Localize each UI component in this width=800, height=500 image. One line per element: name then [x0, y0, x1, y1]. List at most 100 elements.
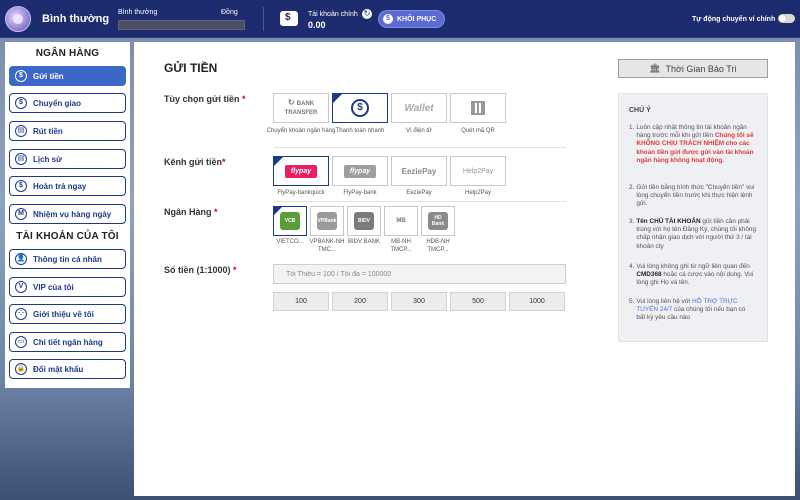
top-header: Bình thường Bình thường Đồng Tài khoản c…	[0, 0, 800, 38]
help2pay-logo-icon: Help2Pay	[462, 167, 494, 175]
channel-label-text: Kênh gửi tiền	[164, 157, 223, 167]
coin-icon: $	[383, 14, 393, 24]
sidebar-item-change-password[interactable]: 🔒 Đổi mật khẩu	[9, 359, 126, 379]
note-text: Gửi tiền bằng hình thức "Chuyển tiền" vu…	[636, 184, 755, 208]
bank-option-bidv[interactable]: BIDV	[347, 206, 381, 236]
header-divider	[263, 7, 264, 31]
note-text: Tên CHỦ TÀI KHOẢN gửi tiền cần phải trùn…	[636, 218, 756, 251]
sidebar-item-profile[interactable]: 👤 Thông tin cá nhân	[9, 249, 126, 269]
note-item: 1. Luôn cập nhật thông tin tài khoản ngâ…	[629, 124, 756, 165]
note-number: 4.	[629, 263, 635, 270]
bank-caption: VPBANK-NH TMC...	[309, 239, 345, 253]
deposit-option-qr[interactable]	[450, 93, 506, 123]
vpbank-logo-icon: VPBank	[317, 212, 337, 230]
channel-caption: Help2Pay	[464, 190, 491, 196]
user-icon: 👤	[15, 253, 27, 265]
section-divider	[274, 201, 566, 202]
sidebar-item-label: Gửi tiền	[33, 71, 64, 81]
deposit-option-bank-transfer[interactable]: ↻ BANK TRANSFER	[273, 93, 329, 123]
sidebar-item-bank-details[interactable]: ▭ Chi tiết ngân hàng	[9, 332, 126, 352]
quick-amount-button[interactable]: 300	[391, 292, 447, 311]
sidebar-item-withdraw[interactable]: ▤ Rút tiền	[9, 121, 126, 141]
hdbank-logo-icon: HD Bank	[428, 212, 448, 230]
bidv-logo-icon: BIDV	[354, 212, 374, 230]
channel-label: Kênh gửi tiền*	[164, 157, 226, 167]
flypay-logo-icon: flypay	[343, 164, 377, 178]
sidebar-item-deposit[interactable]: $ Gửi tiền	[9, 66, 126, 86]
channel-flypay-bankquick[interactable]: flypay	[273, 156, 329, 186]
sidebar-heading-account: TÀI KHOẢN CỦA TÔI	[16, 231, 119, 242]
section-divider	[274, 147, 566, 148]
maintenance-time-button[interactable]: 🏛 Thời Gian Bảo Trì	[618, 59, 768, 78]
auto-transfer-toggle[interactable]	[778, 14, 795, 23]
auto-transfer-label: Tự động chuyển ví chính	[692, 16, 776, 23]
withdraw-icon: ▤	[15, 125, 27, 137]
quick-amount-button[interactable]: 500	[450, 292, 506, 311]
deposit-option-e-wallet[interactable]: Wallet	[391, 93, 447, 123]
main-account-label: Tài khoản chính	[308, 11, 358, 18]
sidebar-item-daily-missions[interactable]: M Nhiệm vụ hàng ngày	[9, 204, 126, 224]
amount-input[interactable]	[273, 264, 566, 284]
vip-progress-bar	[118, 20, 245, 30]
vip-icon: V	[15, 281, 27, 293]
sidebar-item-history[interactable]: ▤ Lịch sử	[9, 149, 126, 169]
note-number: 3.	[629, 218, 635, 225]
vietcombank-logo-icon: VCB	[280, 212, 300, 230]
note-bold: CMD368	[636, 271, 662, 279]
quick-amount-button[interactable]: 200	[332, 292, 388, 311]
bank-caption: HDB-NH TMCP...	[426, 239, 450, 253]
sidebar-item-label: Đổi mật khẩu	[33, 364, 84, 374]
note-number: 2.	[629, 184, 635, 191]
deposit-option-label-text: Tùy chọn gửi tiền	[164, 94, 240, 104]
deposit-option-fast-payment[interactable]: $	[332, 93, 388, 123]
note-number: 1.	[629, 124, 635, 131]
bank-option-mb[interactable]: MB	[384, 206, 418, 236]
amount-label: Số tiền (1:1000) *	[164, 265, 237, 275]
referral-icon: ⁘	[15, 308, 27, 320]
sidebar-item-label: Thông tin cá nhân	[33, 254, 102, 264]
sidebar-item-label: Giới thiệu về tôi	[33, 309, 94, 319]
bank-building-icon: 🏛	[649, 63, 661, 73]
bank-option-vpbank[interactable]: VPBank	[310, 206, 344, 236]
channel-flypay-bank[interactable]: flypay	[332, 156, 388, 186]
bank-caption: MB-NH TMCP...	[390, 239, 412, 253]
sidebar-item-label: Chuyển giao	[33, 98, 82, 108]
channel-help2pay[interactable]: Help2Pay	[450, 156, 506, 186]
restore-button[interactable]: $ KHÔI PHỤC	[378, 10, 445, 28]
sidebar: NGÂN HÀNG $ Gửi tiền $ Chuyển giao ▤ Rút…	[5, 42, 130, 388]
refresh-icon[interactable]: ↻	[362, 9, 372, 19]
quick-amount-button[interactable]: 100	[273, 292, 329, 311]
vip-level-name: Bình thường	[42, 13, 110, 25]
notes-title: CHÚ Ý	[629, 107, 651, 114]
quick-amount-button[interactable]: 1000	[509, 292, 565, 311]
lock-icon: 🔒	[15, 363, 27, 375]
wallet-icon	[280, 11, 298, 26]
sidebar-item-vip[interactable]: V VIP của tôi	[9, 277, 126, 297]
restore-label: KHÔI PHỤC	[397, 15, 437, 23]
note-item: 4. Vui lòng không ghi từ ngữ liên quan đ…	[629, 263, 756, 288]
sidebar-heading-bank: NGÂN HÀNG	[35, 48, 100, 59]
sidebar-item-label: Chi tiết ngân hàng	[33, 337, 103, 347]
deposit-option-caption: Quét mã QR	[461, 128, 495, 134]
bank-label: Ngân Hàng *	[164, 207, 218, 217]
note-text-part: Vui lòng không ghi từ ngữ liên quan đến	[636, 263, 750, 270]
dollar-icon: $	[15, 70, 27, 82]
note-text: Vui lòng liên hệ với HỖ TRỢ TRỰC TUYẾN 2…	[636, 298, 756, 323]
bank-card-icon: ▭	[15, 336, 27, 348]
note-text: Vui lòng không ghi từ ngữ liên quan đến …	[636, 263, 756, 288]
sidebar-item-transfer[interactable]: $ Chuyển giao	[9, 93, 126, 113]
deposit-panel: GỬI TIỀN 🏛 Thời Gian Bảo Trì Tùy chọn gử…	[134, 42, 795, 496]
rebate-icon: $	[15, 180, 27, 192]
bank-option-hdbank[interactable]: HD Bank	[421, 206, 455, 236]
sidebar-item-referral[interactable]: ⁘ Giới thiệu về tôi	[9, 304, 126, 324]
bank-option-vietcombank[interactable]: VCB	[273, 206, 307, 236]
note-item: 5. Vui lòng liên hệ với HỖ TRỢ TRỰC TUYẾ…	[629, 298, 756, 323]
page-title: GỬI TIỀN	[164, 61, 218, 75]
sidebar-item-label: VIP của tôi	[33, 282, 74, 292]
main-account-balance: 0.00	[308, 20, 326, 30]
channel-eeziepay[interactable]: EeziePay	[391, 156, 447, 186]
maintenance-label: Thời Gian Bảo Trì	[665, 63, 737, 74]
fast-payment-icon: $	[351, 99, 369, 117]
sidebar-item-rebate[interactable]: $ Hoàn trả ngay	[9, 176, 126, 196]
qr-code-icon	[471, 101, 485, 115]
